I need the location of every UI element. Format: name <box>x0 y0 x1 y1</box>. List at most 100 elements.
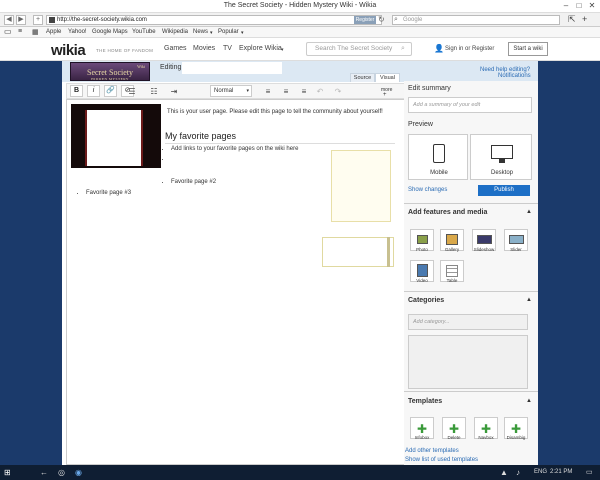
favorite-pages-heading: My favorite pages <box>165 131 395 144</box>
window-title: The Secret Society - Hidden Mystery Wiki… <box>223 2 377 9</box>
bookmark-google-maps[interactable]: Google Maps <box>92 29 128 35</box>
search-icon[interactable]: ⌕ <box>401 43 405 55</box>
edit-summary-input[interactable]: Add a summary of your edit <box>408 97 532 113</box>
minimize-button[interactable]: – <box>560 1 572 11</box>
new-tab-icon[interactable]: + <box>582 14 587 24</box>
add-category-input[interactable]: Add category... <box>408 314 528 330</box>
reader-icon[interactable]: ▭ <box>4 27 12 36</box>
puzzle-icon: ✚ <box>511 422 522 436</box>
disambig-label: Disambig <box>506 435 526 440</box>
editing-label: Editing <box>160 64 182 71</box>
language-indicator[interactable]: ENG <box>534 469 547 475</box>
edit-area[interactable]: This is your user page. Please edit this… <box>66 99 458 465</box>
image-edge <box>387 237 390 267</box>
preview-mobile-button[interactable]: Mobile <box>408 134 468 180</box>
banner-subtitle: HIDDEN MYSTERY <box>91 77 129 81</box>
desktop-icon <box>491 145 513 159</box>
sign-in-link[interactable]: Sign in <box>445 46 463 52</box>
align-center-icon[interactable]: ≡ <box>279 86 293 97</box>
image-placeholder[interactable] <box>322 237 394 267</box>
add-other-templates-link[interactable]: Add other templates <box>405 448 459 454</box>
add-features-heading: Add features and media <box>408 209 488 216</box>
site-favicon-icon <box>49 17 55 23</box>
bookmark-wikipedia[interactable]: Wikipedia <box>162 29 188 35</box>
editor-sidebar: Edit summary Add a summary of your edit … <box>404 81 538 465</box>
clock[interactable]: 2:21 PM <box>550 469 572 475</box>
align-left-icon[interactable]: ≡ <box>261 86 275 97</box>
add-bookmark-button[interactable]: + <box>33 15 43 25</box>
bookmark-yahoo[interactable]: Yahoo! <box>68 29 87 35</box>
link-icon[interactable]: 🔗 <box>104 85 117 97</box>
network-icon[interactable]: ▲ <box>500 468 508 477</box>
or-text: or <box>465 46 471 52</box>
bookmark-popular[interactable]: Popular <box>218 29 239 35</box>
register-link[interactable]: Register <box>472 46 494 52</box>
url-text: http://the-secret-society.wikia.com <box>57 17 147 23</box>
nav-movies[interactable]: Movies <box>193 45 215 52</box>
page-title-field[interactable] <box>182 62 282 74</box>
bullet-list-icon[interactable]: ☰ <box>125 86 139 97</box>
undo-icon[interactable]: ↶ <box>313 86 327 97</box>
bookmarks-bar: ▭ ≡ ▦ Apple Yahoo! Google Maps YouTube W… <box>0 27 600 38</box>
collapse-icon[interactable]: ▲ <box>526 398 532 404</box>
chevron-down-icon: ▾ <box>241 30 244 36</box>
window-titlebar: The Secret Society - Hidden Mystery Wiki… <box>0 0 600 13</box>
slideshow-label: Slideshow <box>473 247 495 252</box>
browser-icon[interactable]: ◉ <box>75 468 82 477</box>
notifications-link[interactable]: Notifications <box>498 73 531 79</box>
notifications-icon[interactable]: ▭ <box>586 468 593 476</box>
show-changes-link[interactable]: Show changes <box>408 187 447 193</box>
maximize-button[interactable]: □ <box>573 1 585 11</box>
show-used-templates-link[interactable]: Show list of used templates <box>405 457 478 463</box>
back-icon[interactable]: ← <box>40 468 48 477</box>
banner-title: Secret Society <box>87 68 133 77</box>
safari-icon[interactable]: ◎ <box>58 468 65 477</box>
back-button[interactable]: ◀ <box>4 15 14 25</box>
close-button[interactable]: ✕ <box>586 1 598 11</box>
sidebar-icon[interactable]: ≡ <box>18 28 22 35</box>
photo-icon <box>417 235 428 244</box>
publish-button[interactable]: Publish <box>478 185 530 196</box>
address-bar: ◀ ▶ + http://the-secret-society.wikia.co… <box>0 13 600 27</box>
redo-icon[interactable]: ↷ <box>331 86 345 97</box>
bookmark-news[interactable]: News <box>193 29 208 35</box>
align-right-icon[interactable]: ≡ <box>297 86 311 97</box>
start-wiki-button[interactable]: Start a wiki <box>508 42 548 56</box>
collapse-icon[interactable]: ▲ <box>526 209 532 215</box>
reload-icon[interactable]: ↻ <box>378 15 385 24</box>
nav-games[interactable]: Games <box>164 45 187 52</box>
format-select[interactable]: Normal ▾ <box>210 85 252 97</box>
slider-label: Slider <box>510 247 522 252</box>
bold-button[interactable]: B <box>70 85 83 97</box>
preview-desktop-button[interactable]: Desktop <box>470 134 532 180</box>
wiki-search-placeholder: Search The Secret Society <box>315 45 393 52</box>
nav-explore-wikia[interactable]: Explore Wikia <box>239 45 282 52</box>
collapse-icon[interactable]: ▲ <box>526 297 532 303</box>
grid-icon[interactable]: ▦ <box>32 28 39 36</box>
nav-tv[interactable]: TV <box>223 45 232 52</box>
image-placeholder[interactable] <box>331 150 391 222</box>
user-image-frame[interactable] <box>71 104 161 168</box>
category-list <box>408 335 528 389</box>
italic-button[interactable]: i <box>87 85 100 97</box>
wiki-banner-logo[interactable]: Wiki Secret Society HIDDEN MYSTERY <box>70 62 150 81</box>
url-field[interactable]: http://the-secret-society.wikia.com <box>46 15 382 25</box>
register-badge[interactable]: Register <box>354 16 376 24</box>
user-image <box>85 110 143 166</box>
google-search-field[interactable]: ⌕ Google <box>392 15 560 25</box>
wiki-search-input[interactable]: Search The Secret Society ⌕ <box>306 42 412 56</box>
start-icon[interactable]: ⊞ <box>4 468 11 477</box>
indent-icon[interactable]: ⇥ <box>167 86 181 97</box>
forward-button[interactable]: ▶ <box>16 15 26 25</box>
wikia-logo[interactable]: wikia <box>51 42 86 59</box>
chevron-down-icon: ▾ <box>281 47 284 53</box>
share-icon[interactable]: ⇱ <box>568 14 576 25</box>
volume-icon[interactable]: ♪ <box>516 468 520 477</box>
bookmark-youtube[interactable]: YouTube <box>132 29 156 35</box>
desktop-stand <box>499 159 505 163</box>
numbered-list-icon[interactable]: ☷ <box>147 86 161 97</box>
gallery-icon <box>446 234 458 245</box>
bookmark-apple[interactable]: Apple <box>46 29 61 35</box>
intro-text: This is your user page. Please edit this… <box>167 109 383 115</box>
desktop-label: Desktop <box>490 170 513 176</box>
